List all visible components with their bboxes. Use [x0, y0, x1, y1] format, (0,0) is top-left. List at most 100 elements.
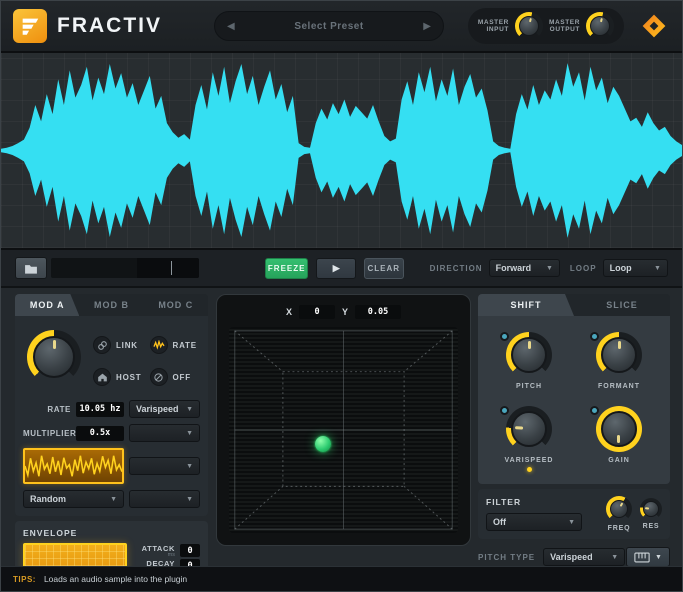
pitch-mod-indicator[interactable] [500, 332, 509, 341]
sample-position-display [136, 258, 199, 278]
brand-diamond-icon [638, 10, 670, 42]
piano-keyboard-icon [634, 552, 650, 562]
preset-prev-icon[interactable]: ◀ [227, 21, 235, 32]
xy-grid [234, 330, 453, 530]
off-slash-icon [149, 368, 168, 386]
varispeed-cell: VARISPEED [484, 400, 574, 472]
preset-selector[interactable]: ◀ Select Preset ▶ [214, 11, 444, 41]
home-icon [93, 368, 111, 386]
tab-mod-c[interactable]: MOD C [144, 294, 208, 316]
pitch-cell: PITCH [484, 326, 574, 390]
keyboard-mode-button[interactable]: ▼ [626, 547, 670, 567]
freq-cell: FREQ [606, 496, 632, 532]
chevron-down-icon: ▼ [655, 553, 662, 561]
chevron-down-icon: ▼ [186, 429, 193, 437]
tips-label: TIPS: [13, 574, 36, 584]
loop-select[interactable]: Loop ▼ [602, 259, 668, 277]
mod-shape-wave [25, 455, 122, 479]
direction-label: DIRECTION [429, 263, 483, 273]
rate-value[interactable]: 10.05 hz [76, 401, 124, 417]
gain-cell: GAIN [574, 400, 664, 472]
pitch-type-label: PITCH TYPE [478, 552, 536, 562]
main-area: MOD A MOD B MOD C LINK RATE HOST OFF RAT… [1, 288, 682, 591]
chevron-down-icon: ▼ [568, 518, 575, 526]
mod-off-button[interactable]: OFF [149, 368, 201, 386]
xy-ball[interactable] [314, 436, 331, 453]
mod-rate-knob[interactable] [27, 330, 81, 384]
mod-host-button[interactable]: HOST [93, 368, 144, 386]
multiplier-value[interactable]: 0.5x [76, 425, 124, 441]
direction-select[interactable]: Forward ▼ [488, 259, 560, 277]
xy-pad[interactable] [229, 327, 458, 533]
preset-next-icon[interactable]: ▶ [423, 21, 431, 32]
clear-button[interactable]: CLEAR [364, 257, 404, 279]
load-sample-button[interactable] [15, 257, 47, 279]
y-value[interactable]: 0.05 [355, 305, 402, 319]
freq-knob[interactable] [606, 496, 632, 522]
shift-panel: PITCH FORMANT VARISPEED GAIN [478, 316, 670, 484]
mod-tabs: MOD A MOD B MOD C [15, 294, 208, 316]
res-knob[interactable] [640, 498, 662, 520]
playhead-cursor [170, 261, 172, 275]
tab-shift[interactable]: SHIFT [478, 294, 574, 316]
mod-target-select-1[interactable]: ▼ [129, 424, 200, 442]
tab-slice[interactable]: SLICE [574, 294, 670, 316]
formant-cell: FORMANT [574, 326, 664, 390]
attack-row: ATTACK ms 0 [135, 544, 200, 558]
tips-bar: TIPS: Loads an audio sample into the plu… [1, 566, 682, 591]
play-button[interactable]: ▶ [316, 257, 357, 279]
loop-label: LOOP [569, 263, 597, 273]
tab-mod-a[interactable]: MOD A [15, 294, 79, 316]
xy-pad-section: X 0 Y 0.05 [216, 294, 471, 546]
res-cell: RES [640, 498, 662, 530]
tips-text: Loads an audio sample into the plugin [43, 574, 188, 584]
envelope-title: ENVELOPE [23, 528, 78, 538]
mod-shape-preview[interactable] [23, 448, 124, 484]
formant-knob[interactable] [596, 332, 642, 378]
multiplier-label: MULTIPLIER [23, 428, 77, 438]
master-input-label: MASTER INPUT [477, 18, 509, 34]
master-output-label: MASTER OUTPUT [548, 18, 580, 34]
folder-icon [24, 264, 37, 274]
attack-value[interactable]: 0 [180, 544, 200, 557]
rate-mode-select[interactable]: Varispeed ▼ [129, 400, 200, 418]
master-output-knob[interactable] [586, 12, 614, 40]
filter-panel: FILTER Off ▼ FREQ RES [478, 489, 670, 539]
chevron-down-icon: ▼ [186, 462, 193, 470]
chevron-down-icon: ▼ [654, 264, 661, 272]
mod-target-select-2[interactable]: ▼ [129, 457, 200, 475]
mod-link-button[interactable]: LINK [93, 336, 144, 354]
gain-mod-indicator[interactable] [590, 406, 599, 415]
chevron-down-icon: ▼ [186, 495, 193, 503]
fractiv-logo-icon [13, 9, 47, 43]
waveform-display[interactable] [1, 53, 682, 250]
freeze-button[interactable]: FREEZE [264, 257, 309, 279]
header-bar: FRACTIV ◀ Select Preset ▶ MASTER INPUT MA… [1, 1, 682, 53]
filter-title: FILTER [486, 497, 522, 507]
shift-tabs: SHIFT SLICE [478, 294, 670, 316]
sample-display[interactable] [50, 258, 199, 278]
x-value[interactable]: 0 [299, 305, 335, 319]
formant-mod-indicator[interactable] [590, 332, 599, 341]
y-label: Y [342, 307, 349, 317]
master-input-knob[interactable] [514, 12, 543, 40]
varispeed-mod-indicator[interactable] [500, 406, 509, 415]
master-section: MASTER INPUT MASTER OUTPUT [467, 8, 624, 44]
gain-knob[interactable] [596, 406, 642, 452]
plugin-window: FRACTIV ◀ Select Preset ▶ MASTER INPUT MA… [0, 0, 683, 592]
varispeed-knob[interactable] [506, 406, 552, 452]
mod-target-select-3[interactable]: ▼ [129, 490, 200, 508]
pitch-type-row: PITCH TYPE Varispeed ▼ ▼ [478, 547, 670, 567]
mod-panel: LINK RATE HOST OFF RATE 10.05 hz Varispe… [15, 316, 208, 516]
varispeed-led [526, 467, 532, 472]
chevron-down-icon: ▼ [186, 405, 193, 413]
pitch-type-select[interactable]: Varispeed ▼ [543, 548, 626, 566]
rate-wave-icon [149, 336, 168, 354]
filter-type-select[interactable]: Off ▼ [486, 513, 582, 531]
tab-mod-b[interactable]: MOD B [79, 294, 143, 316]
pitch-knob[interactable] [506, 332, 552, 378]
preset-label[interactable]: Select Preset [294, 21, 363, 32]
chevron-down-icon: ▼ [110, 495, 117, 503]
mod-shape-select[interactable]: Random ▼ [23, 490, 124, 508]
mod-rate-button[interactable]: RATE [149, 336, 201, 354]
